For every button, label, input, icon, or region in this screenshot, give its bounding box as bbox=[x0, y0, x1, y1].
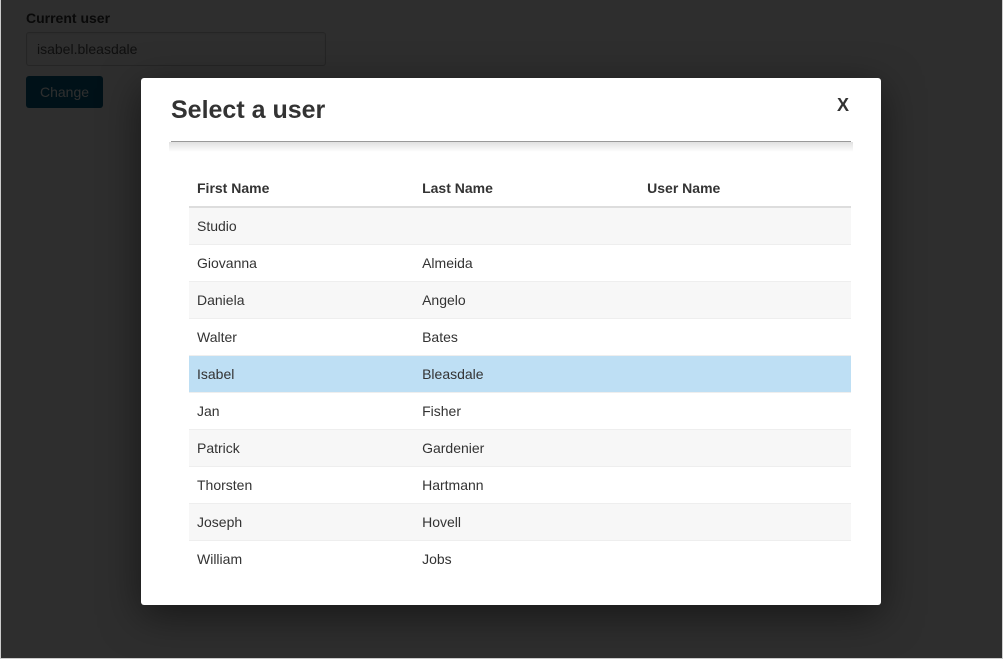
col-user-name[interactable]: User Name bbox=[639, 170, 851, 207]
cell-user bbox=[639, 467, 851, 504]
table-row[interactable]: PatrickGardenier bbox=[189, 430, 851, 467]
cell-first: Thorsten bbox=[189, 467, 414, 504]
cell-first: Joseph bbox=[189, 504, 414, 541]
cell-user bbox=[639, 541, 851, 578]
cell-first: Jan bbox=[189, 393, 414, 430]
cell-first: Patrick bbox=[189, 430, 414, 467]
cell-last: Gardenier bbox=[414, 430, 639, 467]
cell-first: Daniela bbox=[189, 282, 414, 319]
cell-user bbox=[639, 504, 851, 541]
cell-user bbox=[639, 430, 851, 467]
cell-last: Fisher bbox=[414, 393, 639, 430]
modal-title: Select a user bbox=[171, 96, 325, 125]
cell-first: Studio bbox=[189, 207, 414, 245]
table-row[interactable]: JosephHovell bbox=[189, 504, 851, 541]
table-row[interactable]: ThorstenHartmann bbox=[189, 467, 851, 504]
cell-last: Hovell bbox=[414, 504, 639, 541]
cell-first: Walter bbox=[189, 319, 414, 356]
header-shadow bbox=[169, 142, 853, 152]
cell-user bbox=[639, 393, 851, 430]
cell-first: Isabel bbox=[189, 356, 414, 393]
user-table: First Name Last Name User Name StudioGio… bbox=[189, 170, 851, 577]
cell-user bbox=[639, 356, 851, 393]
cell-user bbox=[639, 207, 851, 245]
cell-user bbox=[639, 245, 851, 282]
cell-last: Jobs bbox=[414, 541, 639, 578]
cell-first: William bbox=[189, 541, 414, 578]
col-first-name[interactable]: First Name bbox=[189, 170, 414, 207]
cell-last: Almeida bbox=[414, 245, 639, 282]
table-row[interactable]: JanFisher bbox=[189, 393, 851, 430]
table-row[interactable]: WilliamJobs bbox=[189, 541, 851, 578]
cell-first: Giovanna bbox=[189, 245, 414, 282]
cell-user bbox=[639, 319, 851, 356]
cell-last bbox=[414, 207, 639, 245]
table-row[interactable]: GiovannaAlmeida bbox=[189, 245, 851, 282]
cell-last: Angelo bbox=[414, 282, 639, 319]
cell-user bbox=[639, 282, 851, 319]
cell-last: Bates bbox=[414, 319, 639, 356]
col-last-name[interactable]: Last Name bbox=[414, 170, 639, 207]
cell-last: Hartmann bbox=[414, 467, 639, 504]
table-row[interactable]: DanielaAngelo bbox=[189, 282, 851, 319]
select-user-modal: Select a user X First Name Last Name Use… bbox=[141, 78, 881, 605]
close-icon[interactable]: X bbox=[835, 96, 851, 114]
table-row[interactable]: WalterBates bbox=[189, 319, 851, 356]
table-row[interactable]: Studio bbox=[189, 207, 851, 245]
cell-last: Bleasdale bbox=[414, 356, 639, 393]
table-row[interactable]: IsabelBleasdale bbox=[189, 356, 851, 393]
